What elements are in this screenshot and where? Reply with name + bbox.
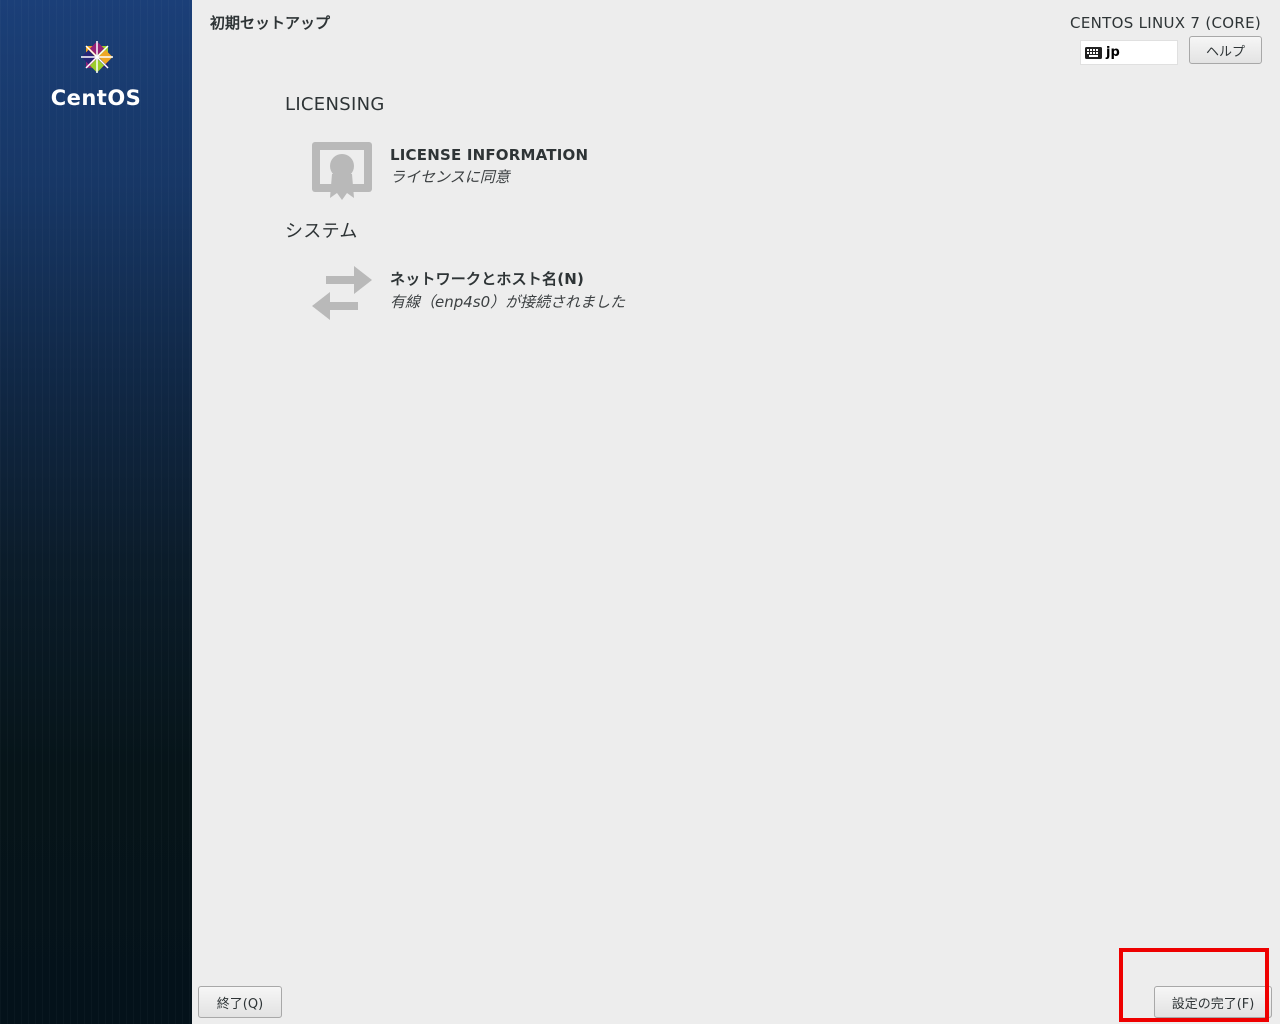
finish-configuration-button[interactable]: 設定の完了(F) [1154, 986, 1272, 1018]
hub-item-status: ライセンスに同意 [390, 168, 510, 186]
license-certificate-icon [312, 142, 372, 200]
hub-item-title: LICENSE INFORMATION [390, 146, 589, 164]
product-title: CENTOS LINUX 7 (CORE) [1070, 14, 1261, 32]
centos-logo-icon [81, 41, 113, 73]
hub-item-status: 有線（enp4s0）が接続されました [390, 293, 626, 311]
hub-item-title: ネットワークとホスト名(N) [390, 270, 585, 288]
keyboard-layout-indicator[interactable]: jp [1080, 40, 1178, 65]
help-button[interactable]: ヘルプ [1189, 36, 1262, 64]
quit-button[interactable]: 終了(Q) [198, 986, 282, 1018]
centos-logo-text: CentOS [50, 86, 142, 110]
hub-item-network-hostname[interactable]: ネットワークとホスト名(N) 有線（enp4s0）が接続されました [308, 262, 625, 324]
keyboard-layout-label: jp [1106, 45, 1120, 60]
section-heading-system: システム [285, 221, 358, 242]
keyboard-icon [1085, 46, 1102, 59]
page-title: 初期セットアップ [210, 14, 331, 32]
initial-setup-window: CentOS 初期セットアップ CENTOS LINUX 7 (CORE) jp… [0, 0, 1280, 1024]
network-arrows-icon [312, 266, 372, 320]
section-heading-licensing: LICENSING [285, 94, 385, 115]
hub-item-license-information[interactable]: LICENSE INFORMATION ライセンスに同意 [308, 140, 588, 202]
sidebar: CentOS [0, 0, 192, 1024]
